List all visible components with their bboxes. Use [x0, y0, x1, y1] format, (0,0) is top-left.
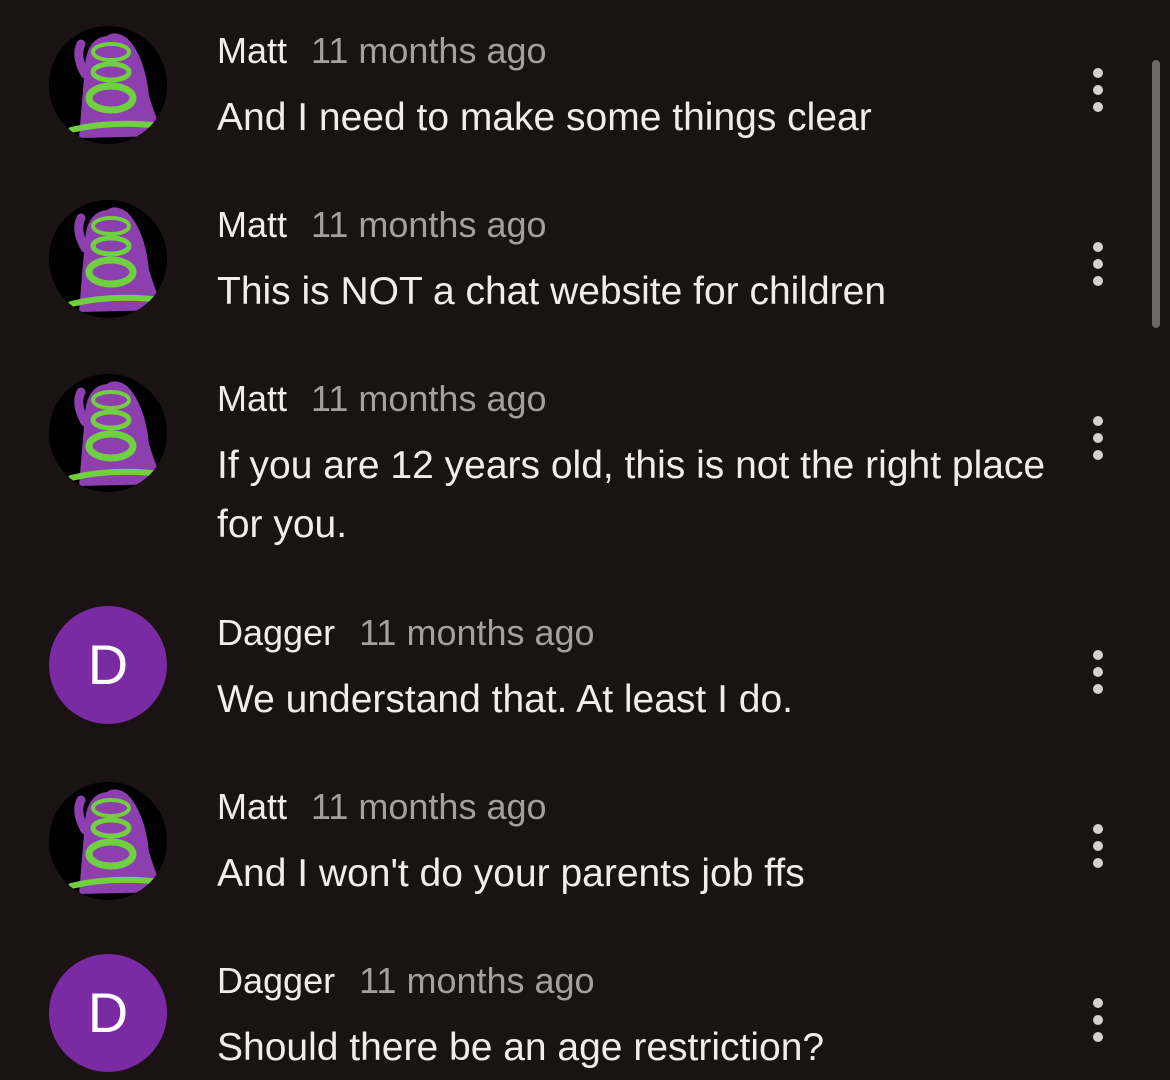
scrollbar[interactable] [1152, 60, 1160, 328]
comment-author[interactable]: Matt [217, 786, 287, 828]
avatar[interactable] [49, 26, 167, 144]
comment-text: And I need to make some things clear [217, 96, 872, 139]
more-options-button[interactable] [1082, 824, 1114, 868]
comment-meta: Dagger 11 months ago [217, 956, 595, 1006]
more-vertical-icon [1093, 824, 1103, 834]
comment-meta: Matt 11 months ago [217, 782, 547, 832]
comment-meta: Dagger 11 months ago [217, 608, 595, 658]
comment-time: 11 months ago [311, 786, 547, 827]
tentacle-avatar-icon [49, 26, 167, 144]
comment-text: If you are 12 years old, this is not the… [217, 444, 1046, 546]
comment-thread: Matt 11 months ago And I need to make so… [0, 0, 1170, 1080]
comment-author[interactable]: Matt [217, 204, 287, 246]
comment-time: 11 months ago [311, 204, 547, 245]
comment-author[interactable]: Dagger [217, 612, 335, 654]
comment-author[interactable]: Matt [217, 30, 287, 72]
comment-text: And I won't do your parents job ffs [217, 852, 805, 895]
tentacle-avatar-icon [49, 200, 167, 318]
avatar[interactable] [49, 782, 167, 900]
comment-author[interactable]: Dagger [217, 960, 335, 1002]
comment-text: This is NOT a chat website for children [217, 270, 887, 313]
more-options-button[interactable] [1082, 416, 1114, 460]
tentacle-avatar-icon [49, 374, 167, 492]
comment-time: 11 months ago [311, 378, 547, 419]
avatar[interactable] [49, 200, 167, 318]
comment-meta: Matt 11 months ago [217, 200, 547, 250]
avatar[interactable]: D [49, 954, 167, 1072]
more-vertical-icon [1093, 242, 1103, 252]
tentacle-avatar-icon [49, 782, 167, 900]
avatar-letter: D [87, 633, 129, 696]
avatar[interactable]: D [49, 606, 167, 724]
more-options-button[interactable] [1082, 242, 1114, 286]
more-options-button[interactable] [1082, 68, 1114, 112]
more-options-button[interactable] [1082, 998, 1114, 1042]
comment-time: 11 months ago [359, 960, 595, 1001]
more-vertical-icon [1093, 68, 1103, 78]
more-options-button[interactable] [1082, 650, 1114, 694]
comment-time: 11 months ago [311, 30, 547, 71]
more-vertical-icon [1093, 650, 1103, 660]
avatar-letter: D [87, 981, 129, 1044]
comment-meta: Matt 11 months ago [217, 374, 547, 424]
more-vertical-icon [1093, 998, 1103, 1008]
comment-text: Should there be an age restriction? [217, 1026, 825, 1069]
comment-author[interactable]: Matt [217, 378, 287, 420]
comment-text: We understand that. At least I do. [217, 678, 793, 721]
comment-meta: Matt 11 months ago [217, 26, 547, 76]
more-vertical-icon [1093, 416, 1103, 426]
comment-time: 11 months ago [359, 612, 595, 653]
avatar[interactable] [49, 374, 167, 492]
